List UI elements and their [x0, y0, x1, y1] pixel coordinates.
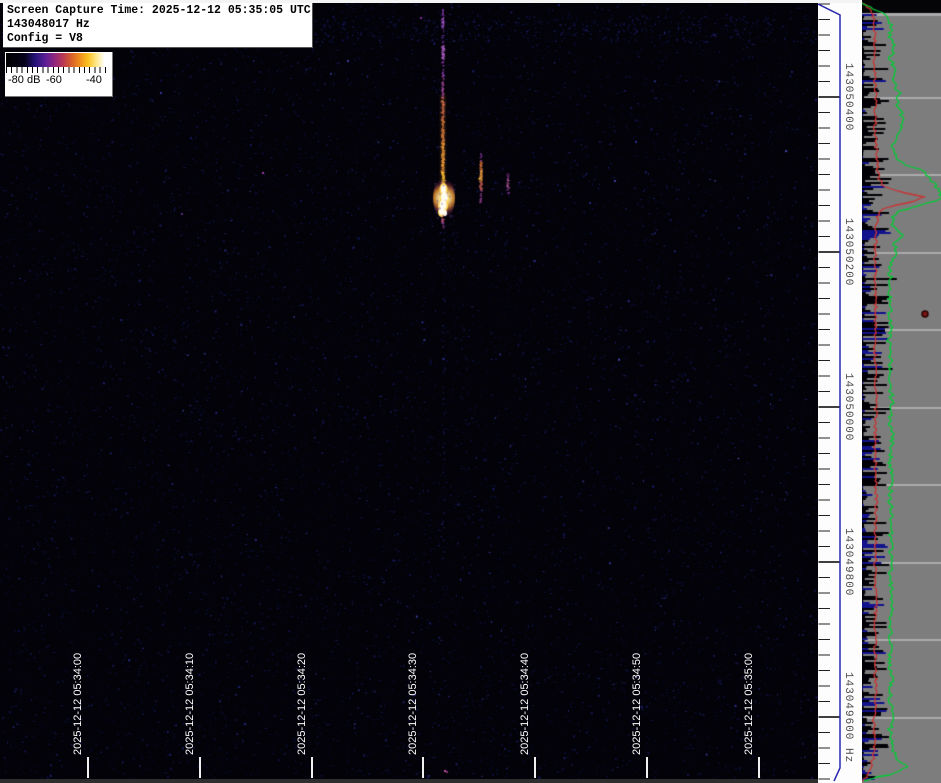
time-tick-mark: [199, 757, 201, 778]
time-axis-label: 2025-12-12 05:35:00: [743, 653, 755, 755]
time-tick-mark: [311, 757, 313, 778]
frequency-label: 143050200: [842, 218, 854, 286]
time-axis-label: 2025-12-12 05:34:40: [519, 653, 531, 755]
frequency-ruler: 143050400 143050200 143050000 143049800 1430…: [818, 0, 862, 783]
time-tick-mark: [646, 757, 648, 778]
time-axis-label: 2025-12-12 05:34:00: [72, 653, 84, 755]
window-bottom-border: [0, 779, 818, 783]
config-text: Config = V8: [7, 32, 308, 46]
colorbar-labels: -80 dB -60 -40: [6, 73, 110, 89]
frequency-label: 143049600 Hz: [842, 672, 854, 763]
capture-info-box: Screen Capture Time: 2025-12-12 05:35:05…: [3, 3, 313, 48]
colorbar-label-mid: -60: [46, 74, 62, 86]
time-axis-label: 2025-12-12 05:34:10: [184, 653, 196, 755]
time-tick-mark: [87, 757, 89, 778]
time-tick-mark: [534, 757, 536, 778]
frequency-tick-marks: [818, 0, 862, 783]
frequency-label: 143050000: [842, 373, 854, 441]
colorbar-label-min: -80 dB: [8, 74, 40, 86]
frequency-label: 143049800: [842, 528, 854, 596]
time-tick-mark: [758, 757, 760, 778]
spectrum-graph-panel: [862, 0, 941, 783]
time-axis-label: 2025-12-12 05:34:20: [296, 653, 308, 755]
colorbar-label-max: -40: [86, 74, 102, 86]
frequency-label: 143050400: [842, 63, 854, 131]
colorbar-gradient: [6, 53, 110, 67]
spectrum-lab-capture-window: 143050400 143050200 143050000 143049800 1430…: [0, 0, 941, 783]
color-scale-legend: -80 dB -60 -40: [5, 52, 113, 97]
capture-time-text: Screen Capture Time: 2025-12-12 05:35:05…: [7, 4, 308, 18]
time-tick-mark: [422, 757, 424, 778]
time-axis-label: 2025-12-12 05:34:30: [407, 653, 419, 755]
time-axis-label: 2025-12-12 05:34:50: [631, 653, 643, 755]
center-frequency-text: 143048017 Hz: [7, 18, 308, 32]
